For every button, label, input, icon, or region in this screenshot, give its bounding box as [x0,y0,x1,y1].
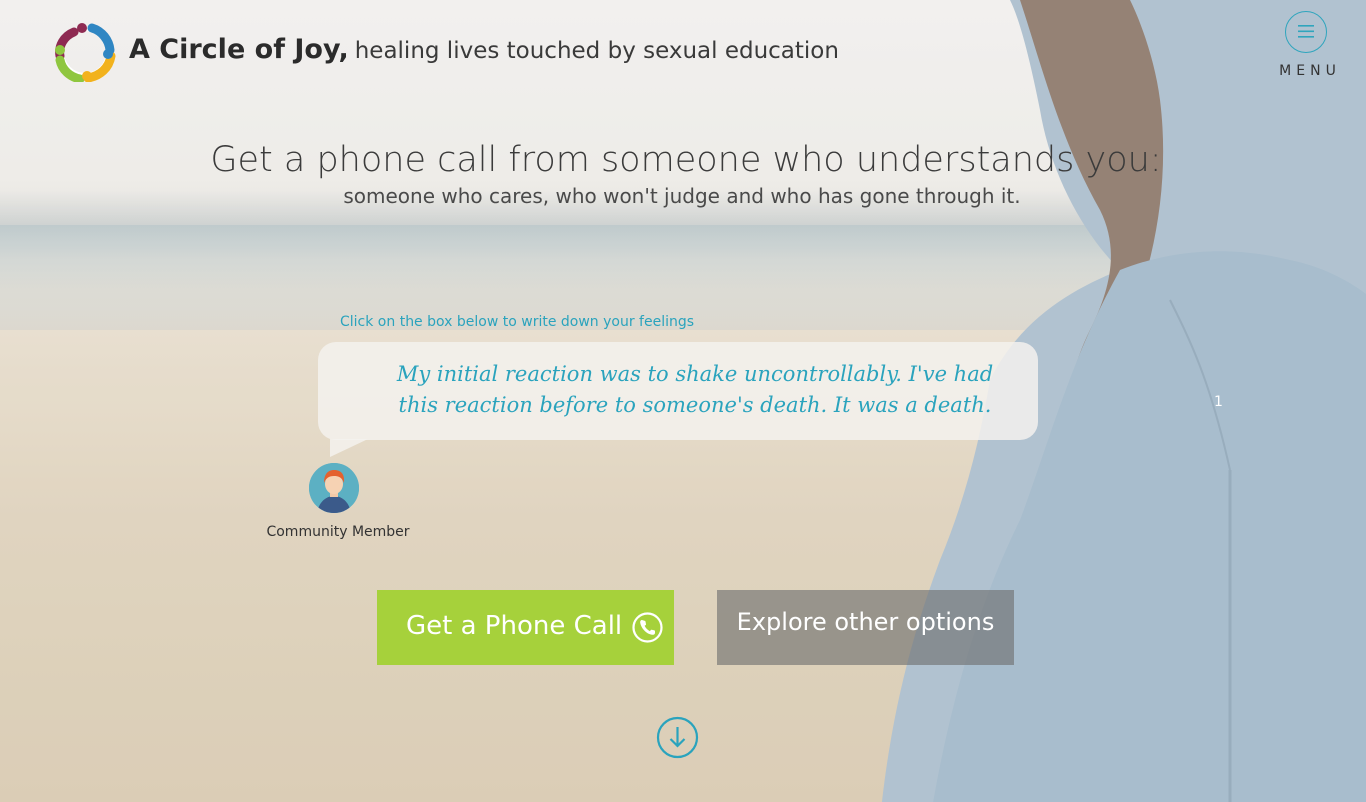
hamburger-icon [1298,25,1314,38]
brand-name: A Circle of Joy, [129,34,349,65]
circle-of-people-logo-icon[interactable] [54,22,116,82]
arrow-down-circle-icon[interactable] [656,716,699,759]
feelings-text-box[interactable]: My initial reaction was to shake uncontr… [318,342,1038,440]
slide-number: 1 [1214,394,1223,410]
avatar [309,463,359,513]
author-label: Community Member [266,524,410,540]
community-member-avatar-icon [309,463,359,513]
brand-tagline: healing lives touched by sexual educatio… [354,38,839,64]
menu-circle [1285,11,1327,53]
site-header: A Circle of Joy, healing lives touched by… [0,0,1366,100]
hero-headline: Get a phone call from someone who unders… [210,140,1162,180]
write-feelings-hint: Click on the box below to write down you… [340,314,695,330]
speech-bubble-tail [330,439,368,457]
menu-button[interactable]: MENU [1276,11,1344,83]
phone-icon [632,612,663,643]
explore-options-label: Explore other options [736,608,995,636]
get-phone-call-button[interactable]: Get a Phone Call [377,590,674,665]
get-phone-call-label: Get a Phone Call [406,611,623,641]
menu-label: MENU [1279,63,1341,79]
site-title[interactable]: A Circle of Joy, healing lives touched by… [129,34,839,65]
testimonial-quote: My initial reaction was to shake uncontr… [396,362,994,417]
explore-options-button[interactable]: Explore other options [717,590,1014,665]
hero-subheadline: someone who cares, who won't judge and w… [343,184,1021,208]
